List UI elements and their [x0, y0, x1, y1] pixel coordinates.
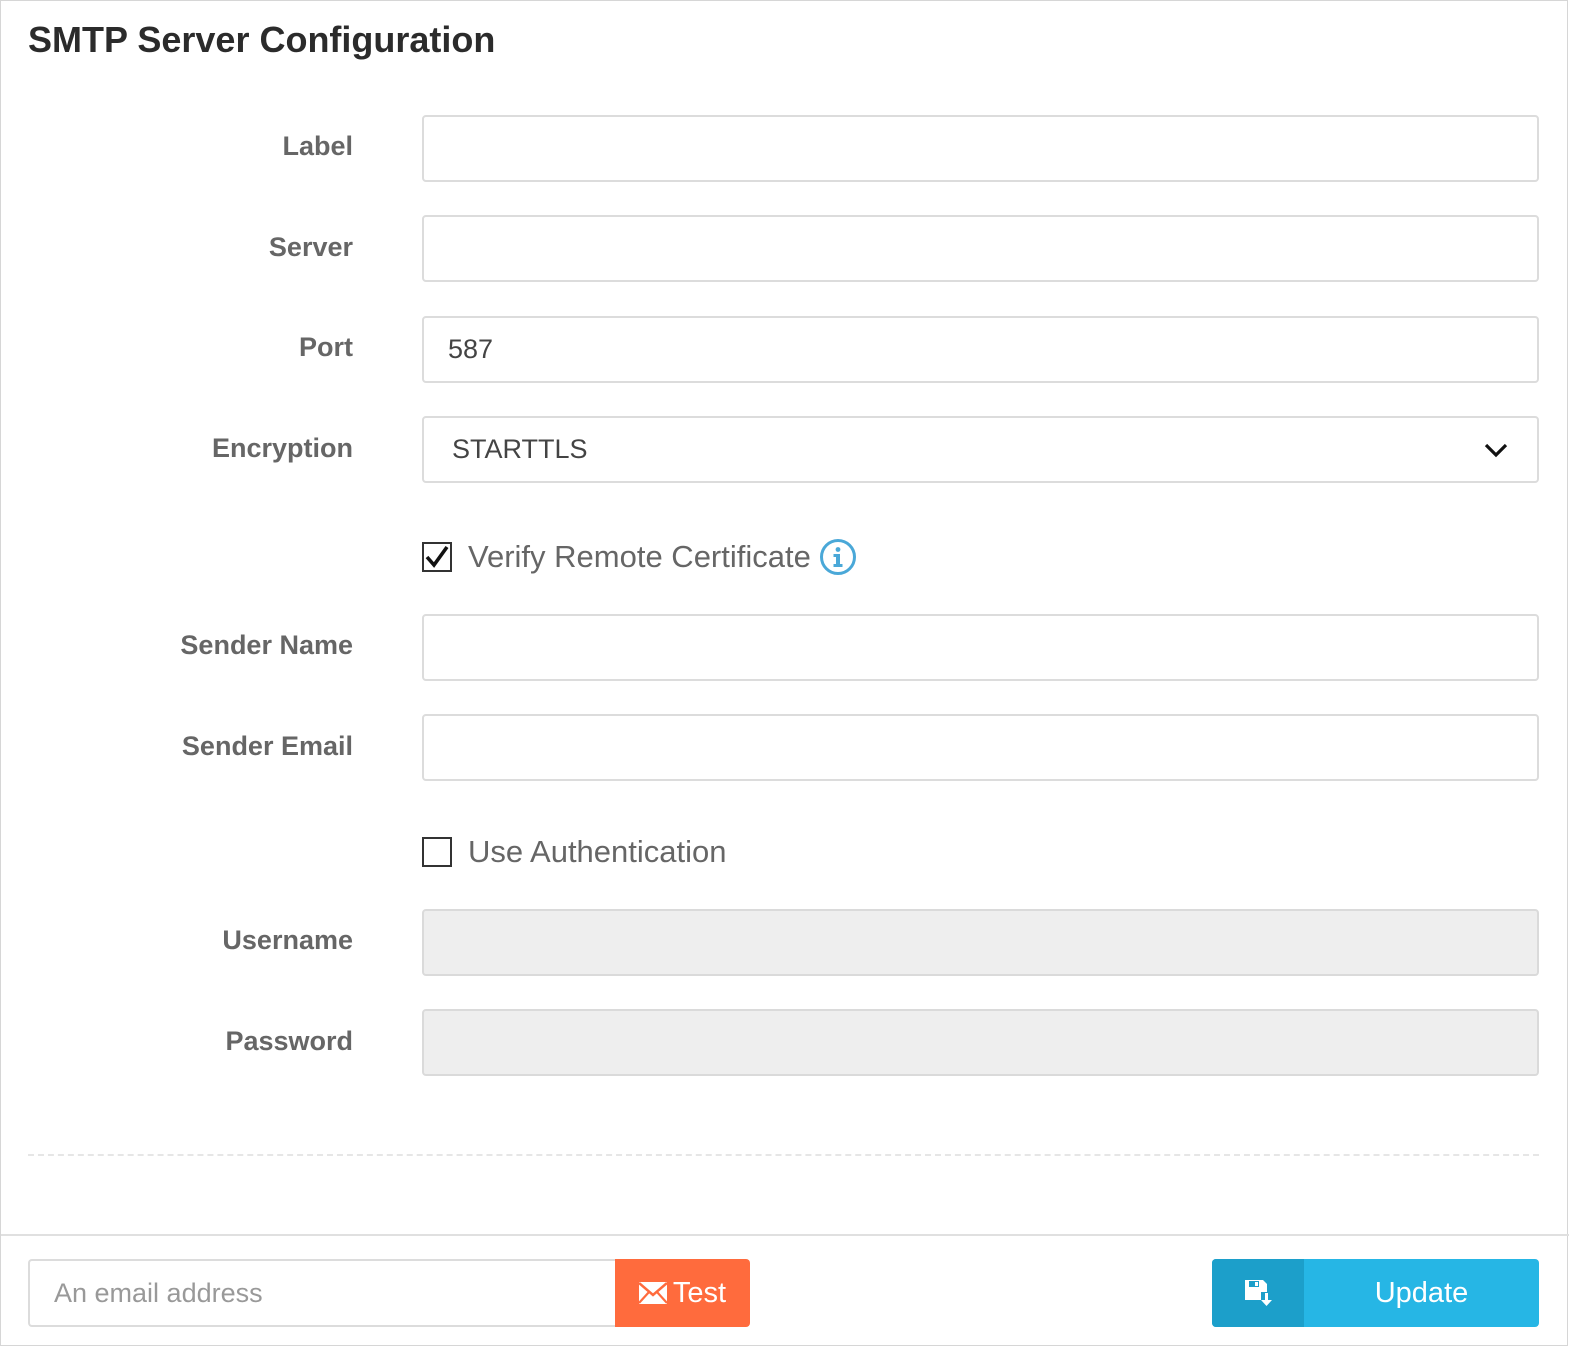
label-input[interactable] [422, 115, 1539, 182]
verify-certificate-row: Verify Remote Certificate [422, 538, 857, 576]
smtp-config-panel: SMTP Server Configuration Label Server P… [0, 0, 1569, 1346]
encryption-field-label: Encryption [211, 433, 353, 463]
sender-email-input[interactable] [422, 714, 1539, 781]
encryption-selected-value: STARTTLS [452, 434, 588, 464]
encryption-select[interactable]: STARTTLS [422, 416, 1539, 483]
label-field-label: Label [282, 131, 353, 161]
chevron-down-icon [1484, 443, 1508, 457]
use-authentication-label[interactable]: Use Authentication [468, 834, 727, 870]
server-field-label: Server [268, 232, 353, 262]
save-icon [1245, 1280, 1272, 1306]
update-button[interactable]: Update [1212, 1259, 1539, 1327]
test-button-label: Test [672, 1276, 727, 1309]
use-authentication-checkbox[interactable] [422, 837, 452, 867]
server-input[interactable] [422, 215, 1539, 282]
username-field-label: Username [222, 925, 353, 955]
port-input[interactable]: 587 [422, 316, 1539, 383]
password-field-label: Password [225, 1026, 353, 1056]
form-divider [28, 1154, 1539, 1156]
envelope-icon [638, 1282, 667, 1304]
test-button[interactable]: Test [615, 1259, 750, 1327]
sender-name-field-label: Sender Name [180, 630, 353, 660]
page-title: SMTP Server Configuration [28, 19, 496, 60]
info-circle-icon[interactable] [819, 538, 857, 576]
sender-name-input[interactable] [422, 614, 1539, 681]
footer-separator [1, 1234, 1569, 1236]
verify-certificate-label[interactable]: Verify Remote Certificate [468, 539, 811, 575]
use-authentication-row: Use Authentication [422, 834, 727, 870]
checkmark-icon [425, 545, 449, 568]
test-email-input[interactable]: An email address [28, 1259, 616, 1327]
username-input [422, 909, 1539, 976]
port-field-label: Port [299, 332, 353, 362]
verify-certificate-checkbox[interactable] [422, 542, 452, 572]
sender-email-field-label: Sender Email [181, 731, 353, 761]
update-button-label: Update [1374, 1276, 1469, 1309]
password-input [422, 1009, 1539, 1076]
save-icon-box [1212, 1259, 1304, 1327]
